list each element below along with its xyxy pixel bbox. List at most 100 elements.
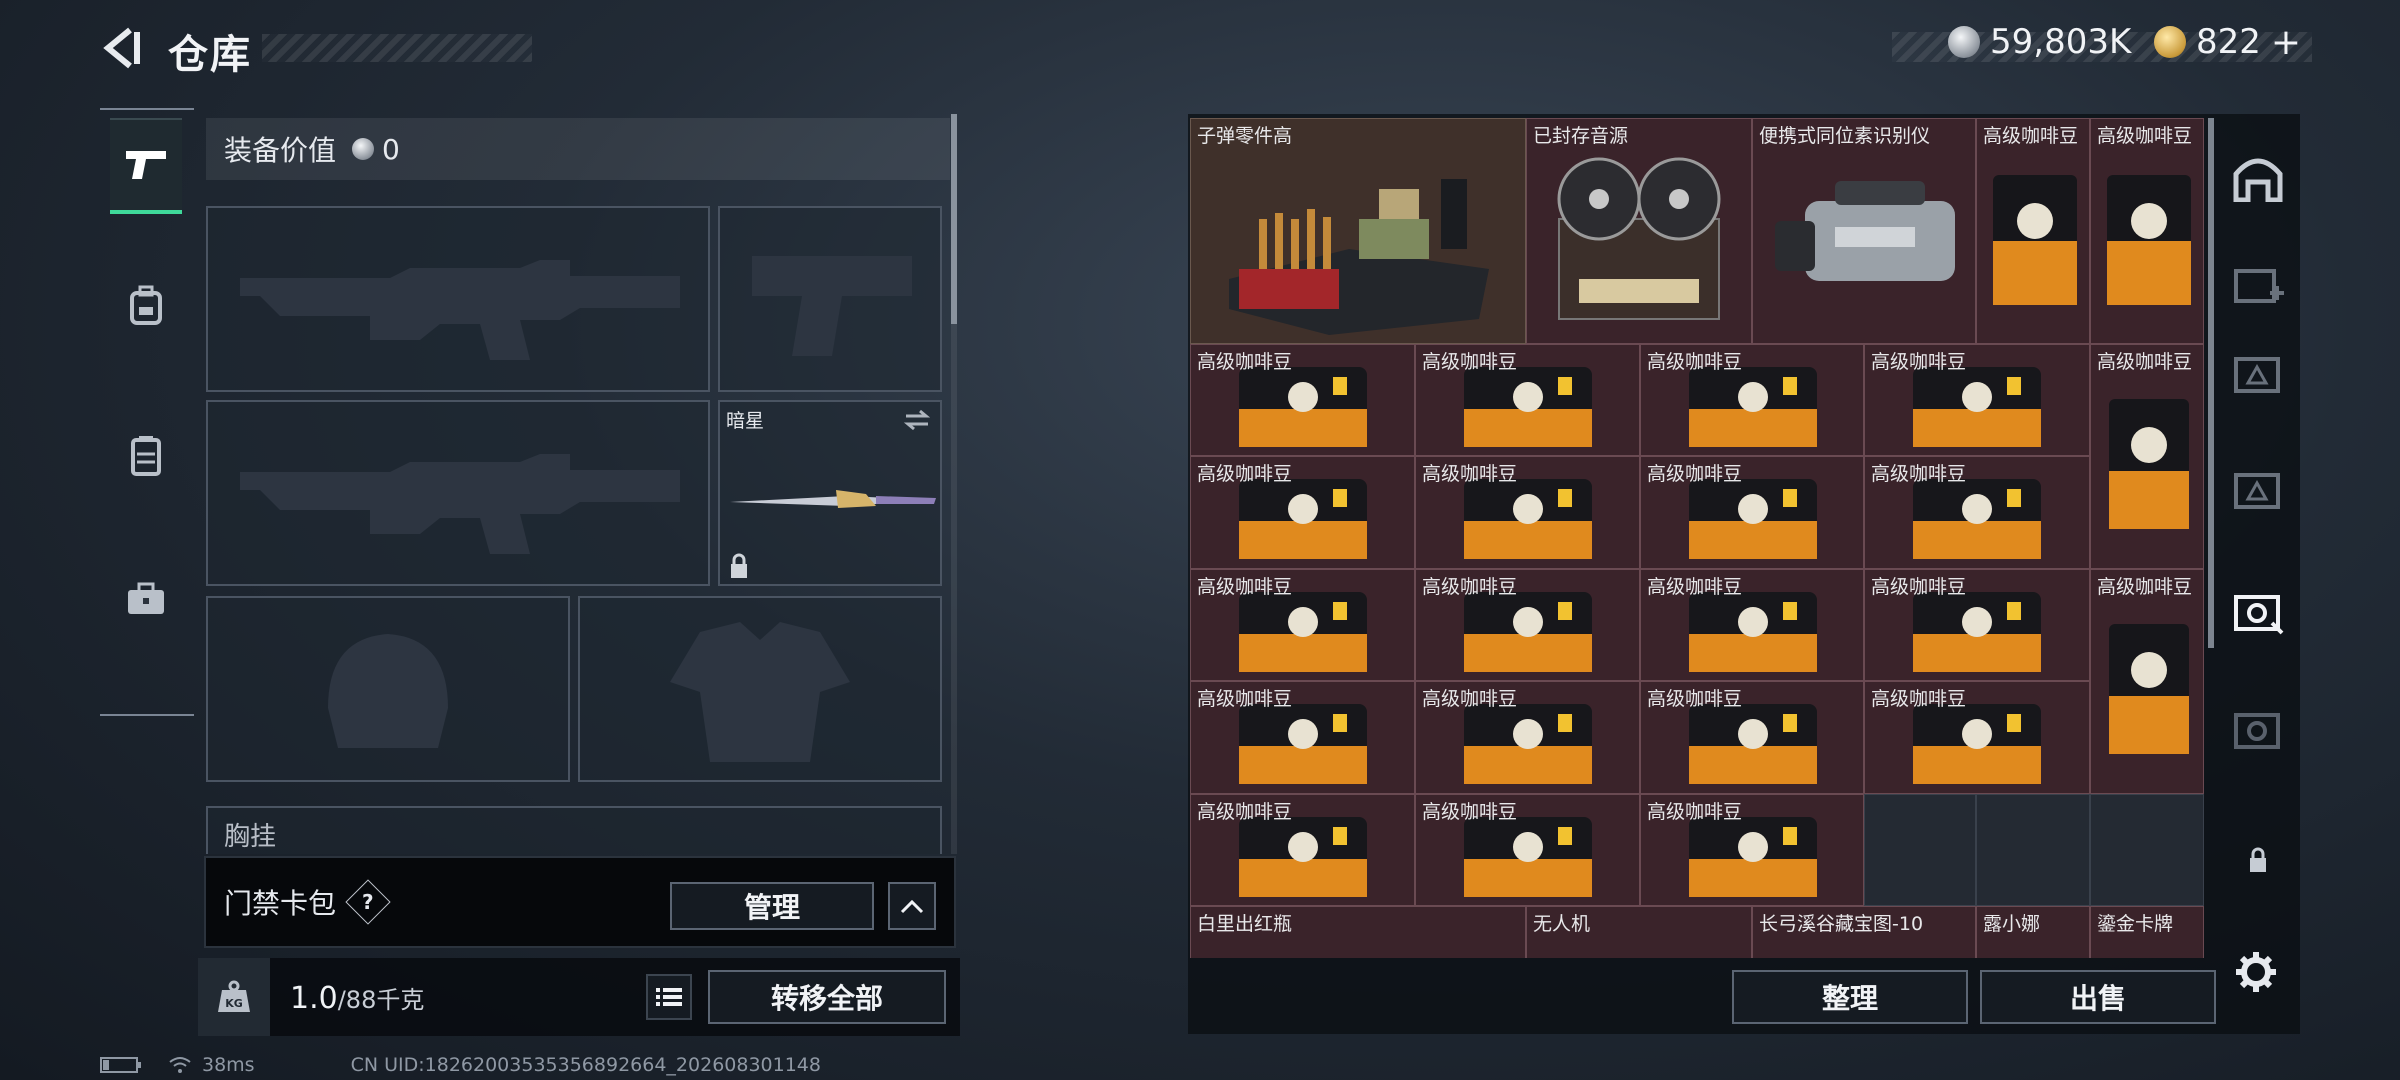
wifi-icon <box>169 1057 191 1073</box>
tab-weapons[interactable] <box>110 118 182 214</box>
list-view-button[interactable] <box>646 974 692 1020</box>
tab-case[interactable] <box>110 554 182 644</box>
stash-item[interactable]: 高级咖啡豆 <box>1415 794 1640 906</box>
weight-max: /88千克 <box>337 986 425 1014</box>
coffee-bag-tall-icon <box>1993 175 2077 305</box>
tab-vest[interactable] <box>110 410 182 500</box>
tab-stash-3a[interactable] <box>2226 342 2290 406</box>
tab-stash-4-add[interactable] <box>2226 252 2290 316</box>
stash-item[interactable]: 高级咖啡豆 <box>1415 344 1640 456</box>
knife-icon <box>730 490 936 508</box>
empty-slot[interactable] <box>1976 794 2090 906</box>
equipment-scroll-thumb[interactable] <box>951 114 957 324</box>
chest-rig-slot[interactable]: 胸挂 <box>206 806 942 854</box>
primary-weapon-slot[interactable] <box>206 206 710 392</box>
help-icon[interactable]: ? <box>345 879 391 925</box>
chest-rig-label: 胸挂 <box>224 822 277 852</box>
sell-button[interactable]: 出售 <box>1980 970 2216 1024</box>
stash-item[interactable]: 已封存音源 <box>1526 118 1752 344</box>
melee-slot[interactable]: 暗星 <box>718 400 942 586</box>
swap-icon[interactable] <box>902 408 932 432</box>
settings-button[interactable] <box>2234 950 2278 998</box>
stash-item[interactable]: 高级咖啡豆 <box>1190 344 1415 456</box>
tab-stash-active[interactable] <box>2226 580 2290 644</box>
secondary-weapon-slot[interactable] <box>718 206 942 392</box>
stash-item[interactable]: 高级咖啡豆 <box>1415 681 1640 794</box>
stash-item[interactable]: 高级咖啡豆 <box>1976 118 2090 344</box>
weight-readout: 1.0/88千克 <box>290 980 424 1016</box>
stash-item[interactable]: 高级咖啡豆 <box>2090 118 2204 344</box>
coffee-bag-tall-icon <box>2107 175 2191 305</box>
reel-tape-recorder-icon <box>1557 157 1721 320</box>
stash-item[interactable]: 高级咖啡豆 <box>1190 794 1415 906</box>
gold-amount: 822 <box>2196 22 2261 62</box>
armor-slot[interactable] <box>578 596 942 782</box>
stash-tabs-rail <box>2218 108 2298 1028</box>
gear-icon <box>2236 952 2276 992</box>
stash-item[interactable]: 高级咖啡豆 <box>1864 344 2090 456</box>
armor-silhouette-icon <box>670 622 850 762</box>
status-bar: 38ms CN UID:18262003535356892664_2026083… <box>100 1054 821 1076</box>
stash-item[interactable]: 高级咖啡豆 <box>1640 681 1864 794</box>
stash-item[interactable]: 长弓溪谷藏宝图-10 <box>1752 906 1976 958</box>
gold-coin-icon <box>2154 26 2186 58</box>
expand-button[interactable] <box>888 882 936 930</box>
kg-label: KG <box>225 997 243 1010</box>
stash-item[interactable]: 高级咖啡豆 <box>1190 456 1415 569</box>
back-button[interactable] <box>96 22 148 74</box>
rifle-silhouette-icon <box>240 260 680 360</box>
stash-item[interactable]: 露小娜 <box>1976 906 2090 958</box>
secondary-rifle-slot[interactable] <box>206 400 710 586</box>
stash-page-icon <box>2234 357 2280 393</box>
equipment-value-bar: 装备价值 0 <box>206 118 950 180</box>
backpack-icon <box>130 285 162 325</box>
pistol-icon <box>126 151 166 179</box>
battery-icon <box>100 1057 141 1073</box>
stash-item[interactable]: 鎏金卡牌 <box>2090 906 2204 958</box>
stash-item[interactable]: 高级咖啡豆 <box>1640 344 1864 456</box>
tab-stash-3b[interactable] <box>2226 458 2290 522</box>
equipment-value-label: 装备价值 <box>224 134 337 167</box>
empty-slot[interactable] <box>1864 794 1976 906</box>
title-decoration <box>262 34 532 62</box>
stash-item[interactable]: 高级咖啡豆 <box>1190 569 1415 681</box>
stash-item[interactable]: 高级咖啡豆 <box>1864 569 2090 681</box>
gold-add-button[interactable]: + <box>2271 22 2301 63</box>
stash-item[interactable]: 高级咖啡豆 <box>2090 344 2204 569</box>
ping-readout: 38ms <box>202 1054 255 1076</box>
chevron-up-icon <box>900 899 924 914</box>
rifle-silhouette-icon <box>240 454 680 554</box>
empty-slot[interactable] <box>2090 794 2204 906</box>
helmet-silhouette-icon <box>328 634 448 748</box>
stash-item[interactable]: 高级咖啡豆 <box>1415 569 1640 681</box>
stash-item[interactable]: 无人机 <box>1526 906 1752 958</box>
tab-stash-all[interactable] <box>2226 146 2290 210</box>
silver-currency: 59,803K <box>1948 20 2131 64</box>
stash-item[interactable]: 高级咖啡豆 <box>1415 456 1640 569</box>
uid-readout: CN UID:18262003535356892664_202608301148 <box>350 1054 821 1076</box>
stash-item[interactable]: 高级咖啡豆 <box>1864 681 2090 794</box>
stash-item[interactable]: 白里出红瓶 <box>1190 906 1526 958</box>
tab-stash-locked[interactable] <box>2226 828 2290 892</box>
stash-item[interactable]: 高级咖啡豆 <box>1864 456 2090 569</box>
transfer-all-button[interactable]: 转移全部 <box>708 970 946 1024</box>
stash-scroll-thumb[interactable] <box>2208 118 2214 648</box>
stash-camera-icon <box>2234 595 2284 635</box>
warehouse-icon <box>2233 158 2283 202</box>
stash-item[interactable]: 子弹零件高 <box>1190 118 1526 344</box>
stash-item[interactable]: 高级咖啡豆 <box>1640 794 1864 906</box>
stash-item[interactable]: 高级咖啡豆 <box>1190 681 1415 794</box>
isotope-scanner-icon <box>1775 181 1955 281</box>
sort-button[interactable]: 整理 <box>1732 970 1968 1024</box>
stash-item[interactable]: 高级咖啡豆 <box>1640 456 1864 569</box>
stash-item[interactable]: 高级咖啡豆 <box>1640 569 1864 681</box>
stash-item[interactable]: 便携式同位素识别仪 <box>1752 118 1976 344</box>
gold-currency[interactable]: 822 + <box>2154 20 2301 64</box>
stash-item[interactable]: 高级咖啡豆 <box>2090 569 2204 794</box>
coffee-bag-tall-icon <box>2109 399 2189 529</box>
tab-stash-4[interactable] <box>2226 698 2290 762</box>
tab-backpack[interactable] <box>110 260 182 350</box>
helmet-slot[interactable] <box>206 596 570 782</box>
manage-button[interactable]: 管理 <box>670 882 874 930</box>
weight-box: KG <box>198 958 270 1036</box>
